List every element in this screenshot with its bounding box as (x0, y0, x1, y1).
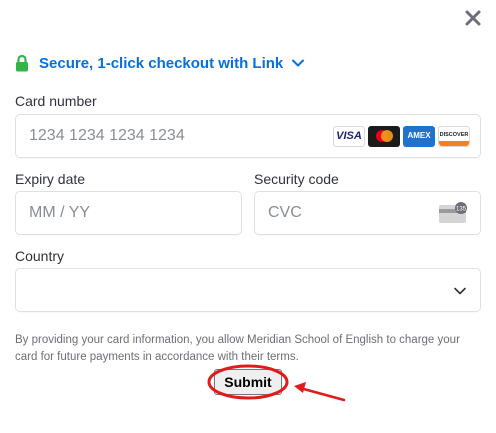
cvc-number-text: 135 (456, 206, 467, 212)
link-checkout-text: Secure, 1-click checkout with Link (39, 54, 284, 72)
lock-icon (16, 54, 28, 72)
card-number-placeholder: 1234 1234 1234 1234 (29, 127, 185, 144)
annotation-highlight (207, 364, 346, 402)
chevron-down-icon (292, 59, 305, 67)
security-code-label: Security code (254, 171, 339, 187)
arrowhead-icon (294, 382, 306, 393)
arrow-icon (298, 386, 346, 402)
link-checkout-toggle[interactable]: Secure, 1-click checkout with Link (15, 52, 305, 74)
chevron-down-icon (454, 287, 466, 295)
country-select[interactable] (15, 268, 481, 312)
cvc-card-icon: 135 (439, 202, 467, 223)
card-number-input[interactable]: 1234 1234 1234 1234 VISA AMEX DISCOVER (15, 114, 481, 158)
highlight-ellipse (207, 364, 289, 400)
security-code-input[interactable]: CVC 135 (254, 191, 481, 235)
close-icon[interactable] (462, 7, 484, 29)
mastercard-icon (368, 126, 400, 147)
amex-icon: AMEX (403, 126, 435, 147)
discover-icon: DISCOVER (438, 126, 470, 147)
country-label: Country (15, 248, 65, 264)
expiry-placeholder: MM / YY (29, 204, 91, 221)
cvc-placeholder: CVC (268, 204, 302, 221)
visa-icon: VISA (333, 126, 365, 147)
card-number-label: Card number (15, 93, 97, 109)
expiry-date-input[interactable]: MM / YY (15, 191, 242, 235)
expiry-date-label: Expiry date (15, 171, 86, 187)
